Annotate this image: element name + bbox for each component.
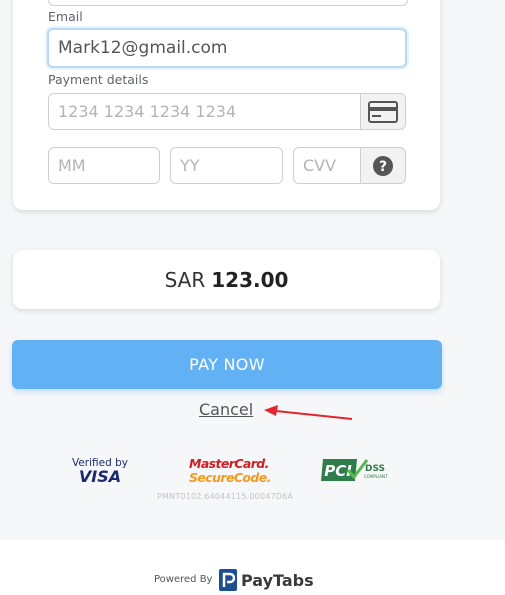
card-number-input[interactable]: 1234 1234 1234 1234 — [48, 93, 364, 130]
cvv-help-addon[interactable]: ? — [360, 147, 406, 184]
verified-by-visa-logo: Verified by VISA — [70, 457, 130, 485]
previous-field[interactable] — [48, 0, 408, 6]
dss-text: DSS — [365, 464, 385, 474]
amount-value: 123.00 — [211, 267, 289, 292]
cvv-input[interactable]: CVV — [293, 147, 363, 184]
pci-dss-logo: PCI DSS COMPLIANT — [321, 456, 391, 484]
paytabs-brand: PayTabs — [241, 570, 314, 590]
expiry-month-input[interactable]: MM — [48, 147, 160, 184]
currency-label: SAR — [164, 267, 206, 292]
amount-summary: SAR 123.00 — [13, 250, 440, 309]
credit-card-icon — [368, 100, 398, 123]
pay-now-button[interactable]: PAY NOW — [12, 340, 442, 389]
mastercard-line1: MasterCard. — [189, 456, 269, 471]
expiry-year-input[interactable]: YY — [170, 147, 283, 184]
question-icon[interactable]: ? — [372, 155, 394, 177]
svg-text:?: ? — [379, 159, 387, 175]
annotation-arrow-icon — [264, 405, 353, 420]
paytabs-p-icon — [219, 569, 237, 591]
card-icon-addon — [360, 93, 406, 130]
email-field[interactable]: Mark12@gmail.com — [47, 28, 407, 68]
mastercard-securecode-logo: MasterCard. SecureCode. — [189, 456, 271, 485]
pci-dss-badge-icon: PCI DSS COMPLIANT — [321, 459, 388, 481]
cancel-link[interactable]: Cancel — [199, 400, 253, 419]
visa-line2: VISA — [78, 467, 122, 486]
mastercard-line2: SecureCode. — [189, 470, 271, 485]
email-label: Email — [48, 9, 83, 24]
compliant-text: COMPLIANT — [364, 474, 388, 479]
payment-details-label: Payment details — [48, 72, 149, 87]
payment-reference: PMNT0102.64044115.00047D6A — [157, 492, 294, 501]
powered-by-label: Powered By — [154, 574, 213, 585]
paytabs-logo: PayTabs — [218, 568, 314, 592]
